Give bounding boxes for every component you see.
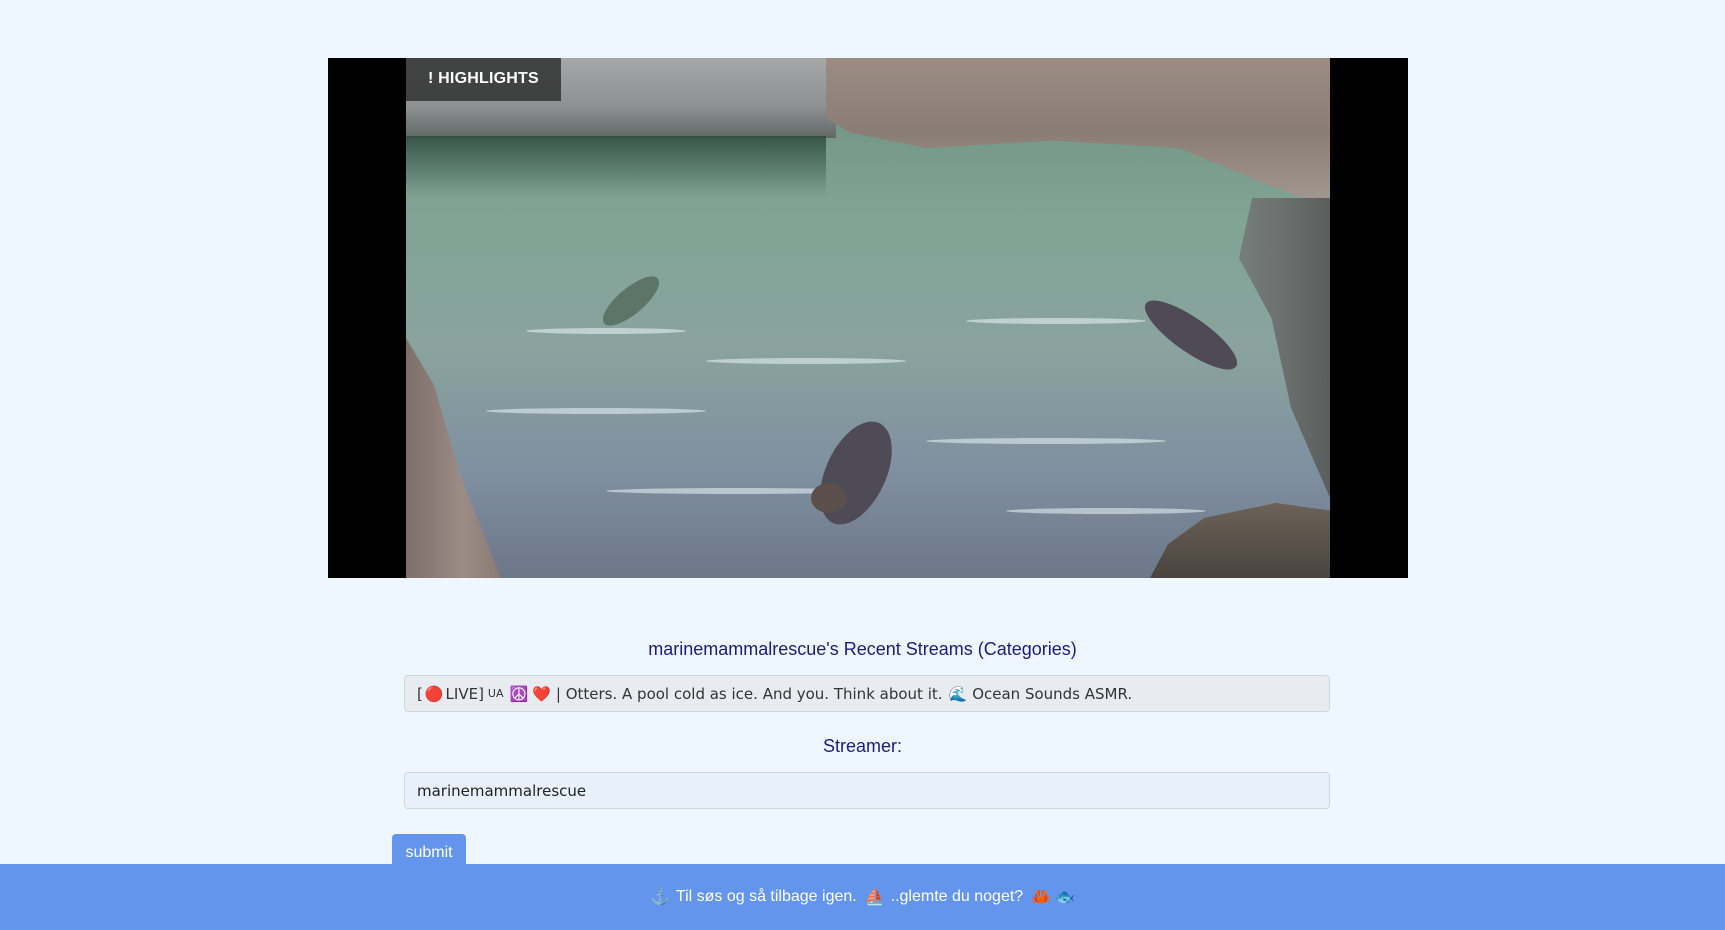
recent-streams-box: [ 🔴 LIVE] UA ☮️ ❤️ | Otters. A pool cold…: [404, 675, 1330, 712]
water-ripple: [926, 438, 1166, 444]
water-ripple: [966, 318, 1146, 324]
water-ripple: [706, 358, 906, 364]
page: ! HIGHLIGHTS marinemammalrescue's Recent…: [0, 0, 1725, 930]
otter-swimming: [1136, 289, 1246, 381]
footer-text-2: ..glemte du noget?: [890, 888, 1024, 905]
fish-icon: 🐟: [1055, 889, 1076, 906]
anchor-icon: ⚓: [649, 889, 670, 906]
recent-streams-title: marinemammalrescue's Recent Streams (Cat…: [648, 639, 1077, 659]
rocks-bottom-right: [1150, 503, 1330, 578]
water-ripple: [526, 328, 686, 334]
otter-head: [811, 483, 847, 513]
water-ripple: [486, 408, 706, 414]
otter-underwater: [595, 268, 667, 334]
streamer-input[interactable]: [404, 772, 1330, 809]
water-ripple: [1006, 508, 1206, 514]
ua-label: UA: [487, 687, 504, 700]
rocks-top: [826, 58, 1330, 208]
live-label: LIVE]: [445, 684, 484, 703]
pool-wall-shadow: [406, 136, 826, 196]
footer: ⚓ Til søs og så tilbage igen. ⛵ ..glemte…: [0, 864, 1725, 930]
streamer-label: Streamer:: [822, 736, 903, 756]
peace-icon: ☮️: [509, 684, 529, 703]
footer-text-1: Til søs og så tilbage igen.: [675, 888, 857, 905]
sailboat-icon: ⛵: [864, 889, 885, 906]
stream-text: | Otters. A pool cold as ice. And you. T…: [555, 684, 943, 703]
stream-suffix: Ocean Sounds ASMR.: [972, 684, 1133, 703]
heart-icon: ❤️: [532, 684, 551, 703]
wave-icon: 🌊: [948, 684, 968, 703]
video-frame[interactable]: ! HIGHLIGHTS: [406, 58, 1330, 578]
otter-floating: [805, 410, 907, 536]
stream-prefix: [: [417, 684, 423, 703]
highlights-badge[interactable]: ! HIGHLIGHTS: [406, 58, 561, 101]
crab-icon: 🦀: [1031, 889, 1052, 906]
live-dot-icon: 🔴: [424, 684, 444, 703]
rocks-left: [406, 338, 501, 578]
video-player[interactable]: ! HIGHLIGHTS: [328, 58, 1408, 578]
